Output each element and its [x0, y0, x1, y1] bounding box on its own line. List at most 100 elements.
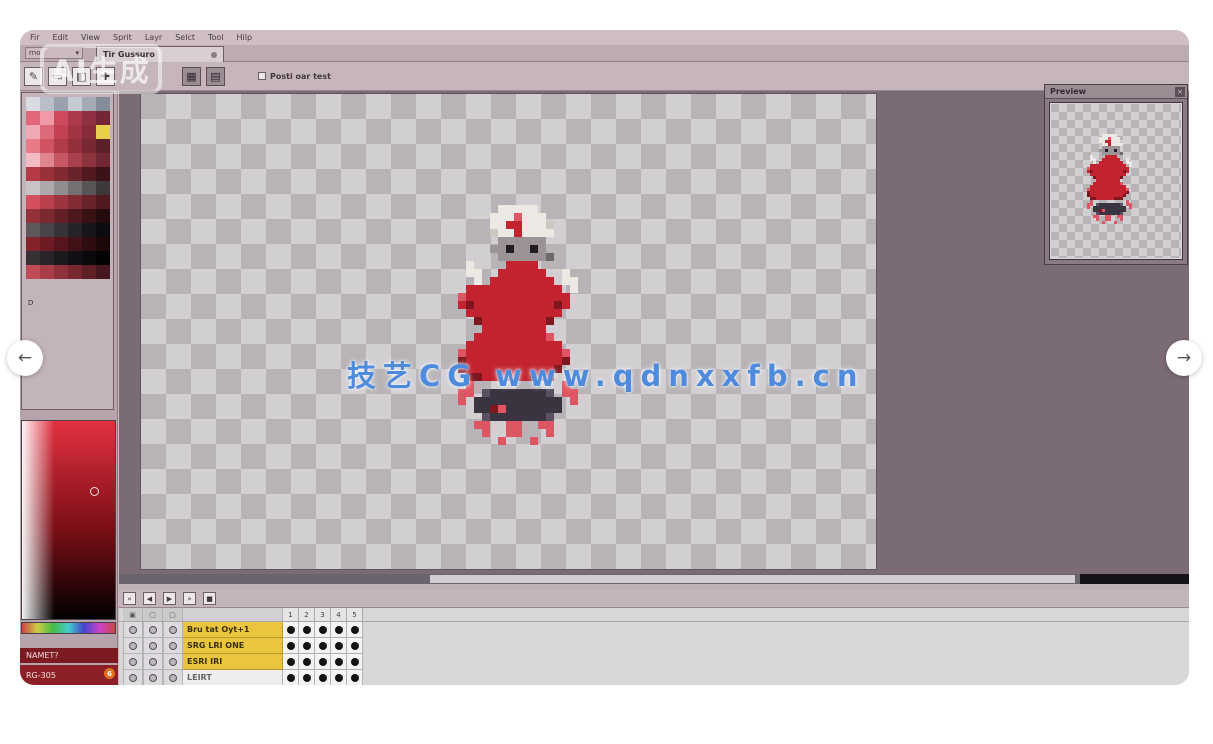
palette-swatch[interactable]: [54, 209, 68, 223]
palette-swatch[interactable]: [40, 195, 54, 209]
palette-swatch[interactable]: [68, 181, 82, 195]
palette-swatch[interactable]: [54, 237, 68, 251]
palette-swatch[interactable]: [68, 265, 82, 279]
palette-swatch[interactable]: [40, 125, 54, 139]
palette-swatch[interactable]: [96, 209, 110, 223]
menu-item[interactable]: Layr: [145, 33, 162, 42]
palette-swatch[interactable]: [82, 223, 96, 237]
palette-swatch[interactable]: [82, 111, 96, 125]
palette-swatch[interactable]: [40, 265, 54, 279]
palette-swatch[interactable]: [40, 153, 54, 167]
layer-lock-toggle[interactable]: [143, 670, 163, 685]
layer-name[interactable]: Bru tat Oyt+1: [183, 622, 283, 638]
menu-item[interactable]: Hilp: [237, 33, 253, 42]
palette-swatch[interactable]: [40, 237, 54, 251]
palette-swatch[interactable]: [40, 209, 54, 223]
palette-swatch[interactable]: [82, 251, 96, 265]
palette-swatch[interactable]: [96, 223, 110, 237]
layer-name[interactable]: SRG LRI ONE: [183, 638, 283, 654]
layers-icon[interactable]: ▤: [206, 67, 225, 86]
palette-swatch[interactable]: [26, 223, 40, 237]
palette-swatch[interactable]: [54, 223, 68, 237]
palette-swatch[interactable]: [54, 97, 68, 111]
prev-frame-button[interactable]: ◀: [143, 592, 156, 605]
frame-cel[interactable]: [347, 638, 363, 654]
palette-swatch[interactable]: [54, 265, 68, 279]
palette-swatch[interactable]: [40, 251, 54, 265]
layer-visibility-toggle[interactable]: [123, 622, 143, 638]
frame-cel[interactable]: [331, 670, 347, 685]
horizontal-scrollbar[interactable]: [119, 574, 1189, 584]
palette-swatch[interactable]: [96, 195, 110, 209]
palette-swatch[interactable]: [26, 265, 40, 279]
palette-swatch[interactable]: [82, 97, 96, 111]
palette-swatch[interactable]: [96, 153, 110, 167]
palette-swatch[interactable]: [54, 251, 68, 265]
palette-swatch[interactable]: [68, 223, 82, 237]
frame-cel[interactable]: [315, 638, 331, 654]
palette-swatch[interactable]: [96, 139, 110, 153]
palette-swatch[interactable]: [96, 237, 110, 251]
palette-swatch[interactable]: [82, 265, 96, 279]
palette-swatch[interactable]: [68, 209, 82, 223]
palette-swatch[interactable]: [68, 251, 82, 265]
frame-cel[interactable]: [299, 638, 315, 654]
palette-swatch[interactable]: [68, 97, 82, 111]
frame-cel[interactable]: [283, 622, 299, 638]
palette-swatch[interactable]: [54, 167, 68, 181]
layer-lock-toggle[interactable]: [143, 622, 163, 638]
toolbar-checkbox[interactable]: Posti oar test: [258, 72, 331, 81]
palette-swatch[interactable]: [82, 125, 96, 139]
palette-swatch[interactable]: [40, 139, 54, 153]
palette-swatch[interactable]: [68, 139, 82, 153]
frame-cel[interactable]: [299, 622, 315, 638]
palette-swatch[interactable]: [40, 223, 54, 237]
menu-item[interactable]: View: [81, 33, 100, 42]
color-picker-gradient[interactable]: [21, 420, 116, 620]
layer-visibility-toggle[interactable]: [123, 638, 143, 654]
palette-swatch[interactable]: [54, 139, 68, 153]
palette-swatch[interactable]: [26, 237, 40, 251]
palette-swatch[interactable]: [54, 153, 68, 167]
palette-swatch[interactable]: [68, 153, 82, 167]
scrollbar-handle[interactable]: [430, 575, 1075, 583]
palette-swatch[interactable]: [96, 181, 110, 195]
palette-swatch[interactable]: [26, 125, 40, 139]
palette-swatch[interactable]: [40, 97, 54, 111]
palette-swatch[interactable]: [96, 97, 110, 111]
palette-swatch[interactable]: [96, 251, 110, 265]
next-frame-button[interactable]: »: [183, 592, 196, 605]
palette-swatch[interactable]: [26, 209, 40, 223]
menu-item[interactable]: Selct: [175, 33, 195, 42]
color-picker-marker[interactable]: [90, 487, 99, 496]
layer-name[interactable]: ESRI IRI: [183, 654, 283, 670]
palette-swatch[interactable]: [54, 181, 68, 195]
loop-button[interactable]: ■: [203, 592, 216, 605]
palette-swatch[interactable]: [68, 237, 82, 251]
timeline-header-box[interactable]: ▢: [143, 608, 163, 621]
frame-cel[interactable]: [283, 670, 299, 685]
palette-swatch[interactable]: [26, 139, 40, 153]
frame-cel[interactable]: [315, 670, 331, 685]
frame-cel[interactable]: [315, 622, 331, 638]
palette-swatch[interactable]: [26, 195, 40, 209]
layer-visibility-toggle[interactable]: [123, 654, 143, 670]
palette-swatch[interactable]: [96, 265, 110, 279]
palette-swatch[interactable]: [26, 111, 40, 125]
play-button[interactable]: ▶: [163, 592, 176, 605]
palette-swatch[interactable]: [68, 195, 82, 209]
frame-cel[interactable]: [299, 654, 315, 670]
palette-swatch[interactable]: [40, 181, 54, 195]
sprite-canvas[interactable]: [450, 205, 630, 445]
frame-number[interactable]: 4: [331, 608, 347, 621]
close-icon[interactable]: ×: [1175, 87, 1185, 97]
palette-swatch[interactable]: [68, 111, 82, 125]
palette-swatch[interactable]: [82, 139, 96, 153]
frame-number[interactable]: 1: [283, 608, 299, 621]
layer-lock-toggle[interactable]: [143, 654, 163, 670]
menu-item[interactable]: Fir: [30, 33, 40, 42]
frame-cel[interactable]: [347, 654, 363, 670]
timeline-header-box[interactable]: ▣: [123, 608, 143, 621]
preview-title-bar[interactable]: Preview: [1045, 85, 1187, 99]
palette-swatch[interactable]: [82, 209, 96, 223]
